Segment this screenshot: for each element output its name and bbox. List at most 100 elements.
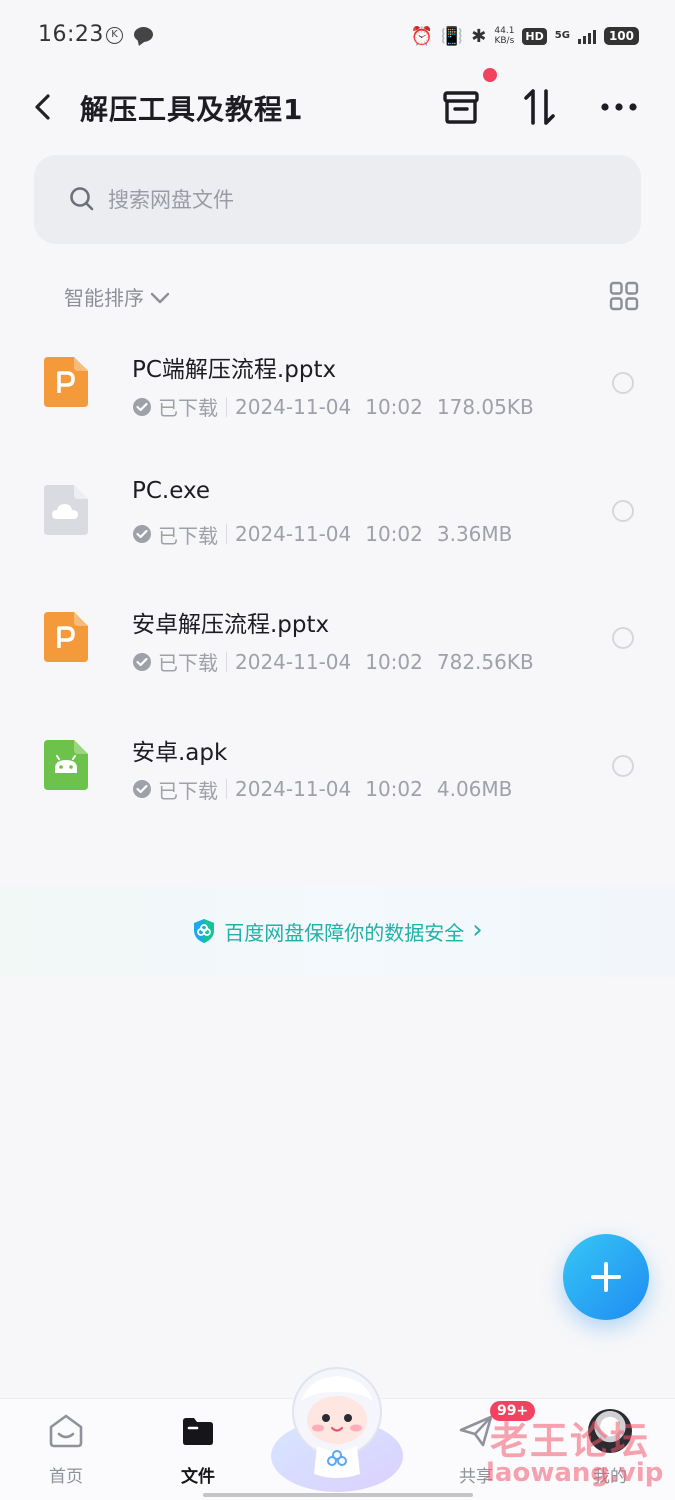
exe-cloud-file-icon <box>44 484 88 535</box>
vibrate-icon: 📳 <box>440 25 464 47</box>
folder-icon <box>183 1418 213 1445</box>
file-name: 安卓解压流程.pptx <box>132 612 330 638</box>
sort-label: 智能排序 <box>64 286 144 310</box>
bluetooth-icon: ✱ <box>471 25 487 47</box>
network-type: 5G <box>554 30 570 41</box>
more-dots-icon <box>601 103 637 111</box>
chevron-left-icon <box>35 94 50 120</box>
downloaded-check-icon <box>133 525 151 543</box>
downloaded-check-icon <box>133 397 151 416</box>
ppt-file-icon <box>44 612 88 662</box>
k-app-icon: K <box>106 27 123 44</box>
file-size: 4.06MB <box>436 777 513 801</box>
network-speed: 44.1 KB/s <box>494 26 514 46</box>
paper-plane-icon <box>459 1415 493 1447</box>
file-row[interactable]: 安卓.apk 已下载 2024-11-04 10:02 4.06MB <box>0 713 675 841</box>
archive-box-icon <box>443 91 479 124</box>
plus-icon <box>591 1262 621 1292</box>
mascot-character-icon <box>271 1367 403 1492</box>
chevron-down-icon <box>150 292 170 303</box>
chat-bubble-icon <box>134 27 153 42</box>
nav-files-label: 文件 <box>181 1467 215 1487</box>
add-button[interactable] <box>563 1234 649 1320</box>
nav-mine-label: 我的 <box>593 1467 627 1487</box>
hd-voice-badge: HD <box>522 27 547 45</box>
more-options-button[interactable] <box>596 84 642 130</box>
file-meta: 已下载 2024-11-04 10:02 178.05KB <box>132 392 534 421</box>
file-meta: 已下载 2024-11-04 10:02 3.36MB <box>132 520 512 549</box>
download-status: 已下载 <box>158 651 218 675</box>
meta-divider <box>226 524 227 544</box>
file-date: 2024-11-04 <box>235 649 352 674</box>
status-bar: 16:23 K ⏰ 📳 ✱ 44.1 KB/s HD 5G 100 <box>0 0 675 72</box>
grid-view-icon <box>609 281 639 311</box>
shield-icon <box>194 919 215 943</box>
transfer-list-button[interactable] <box>518 84 564 130</box>
downloaded-check-icon <box>133 652 151 671</box>
avatar <box>588 1409 632 1453</box>
file-size: 178.05KB <box>436 394 534 419</box>
nav-home[interactable]: 首页 <box>26 1407 106 1489</box>
file-name: PC.exe <box>132 477 211 504</box>
file-date: 2024-11-04 <box>235 394 352 419</box>
download-status: 已下载 <box>158 778 218 803</box>
downloaded-check-icon <box>133 780 151 798</box>
file-time: 10:02 <box>365 522 423 546</box>
select-radio[interactable] <box>612 754 634 777</box>
archive-button[interactable] <box>438 84 484 130</box>
file-row[interactable]: PC.exe 已下载 2024-11-04 10:02 3.36MB <box>0 458 675 586</box>
alarm-icon: ⏰ <box>410 25 433 47</box>
file-date: 2024-11-04 <box>235 522 352 546</box>
nav-mine[interactable]: 我的 <box>570 1407 650 1489</box>
security-banner: 百度网盘保障你的数据安全 › <box>0 885 675 977</box>
file-time: 10:02 <box>365 649 423 674</box>
file-time: 10:02 <box>365 777 423 801</box>
file-name: PC端解压流程.pptx <box>132 357 337 383</box>
nav-share[interactable]: 99+ 共享 <box>436 1401 536 1489</box>
home-indicator[interactable] <box>203 1493 473 1497</box>
file-time: 10:02 <box>365 394 423 419</box>
select-radio[interactable] <box>612 627 634 649</box>
file-meta: 已下载 2024-11-04 10:02 4.06MB <box>132 775 512 804</box>
file-row[interactable]: 安卓解压流程.pptx 已下载 2024-11-04 10:02 782.56K… <box>0 585 675 713</box>
file-date: 2024-11-04 <box>235 777 352 801</box>
apk-android-file-icon <box>44 739 88 790</box>
nav-home-label: 首页 <box>49 1467 83 1487</box>
notification-dot <box>483 68 497 82</box>
nav-files[interactable]: 文件 <box>158 1407 238 1489</box>
search-bar[interactable] <box>34 155 641 244</box>
file-name: 安卓.apk <box>132 739 228 766</box>
select-radio[interactable] <box>612 499 634 522</box>
page-title: 解压工具及教程1 <box>80 93 304 126</box>
file-row[interactable]: PC端解压流程.pptx 已下载 2024-11-04 10:02 178.05… <box>0 330 675 458</box>
meta-divider <box>226 779 227 799</box>
sort-dropdown[interactable]: 智能排序 <box>64 282 170 311</box>
grid-view-toggle[interactable] <box>608 280 640 312</box>
transfer-arrows-icon <box>524 89 555 125</box>
chevron-right-icon: › <box>472 914 483 945</box>
top-app-bar: 解压工具及教程1 <box>0 72 675 142</box>
download-status: 已下载 <box>158 523 218 548</box>
select-radio[interactable] <box>612 372 634 394</box>
network-speed-value: 44.1 <box>494 26 515 36</box>
nav-share-label: 共享 <box>459 1467 493 1487</box>
file-size: 782.56KB <box>436 649 534 674</box>
network-speed-unit: KB/s <box>494 36 515 46</box>
download-status: 已下载 <box>158 396 218 420</box>
security-text: 百度网盘保障你的数据安全 <box>224 920 465 945</box>
battery-level: 100 <box>603 27 639 45</box>
status-time: 16:23 <box>38 22 104 47</box>
meta-divider <box>226 396 227 417</box>
file-meta: 已下载 2024-11-04 10:02 782.56KB <box>132 647 534 676</box>
meta-divider <box>226 651 227 672</box>
signal-strength-icon <box>577 28 596 44</box>
home-icon <box>49 1414 83 1448</box>
search-icon <box>70 187 94 211</box>
share-count-badge: 99+ <box>490 1401 536 1421</box>
back-button[interactable] <box>28 90 60 124</box>
file-size: 3.36MB <box>436 522 513 546</box>
ppt-file-icon <box>44 357 88 407</box>
ai-assistant-mascot[interactable] <box>268 1362 406 1492</box>
search-input[interactable] <box>108 155 588 244</box>
security-link[interactable]: 百度网盘保障你的数据安全 › <box>0 885 675 977</box>
